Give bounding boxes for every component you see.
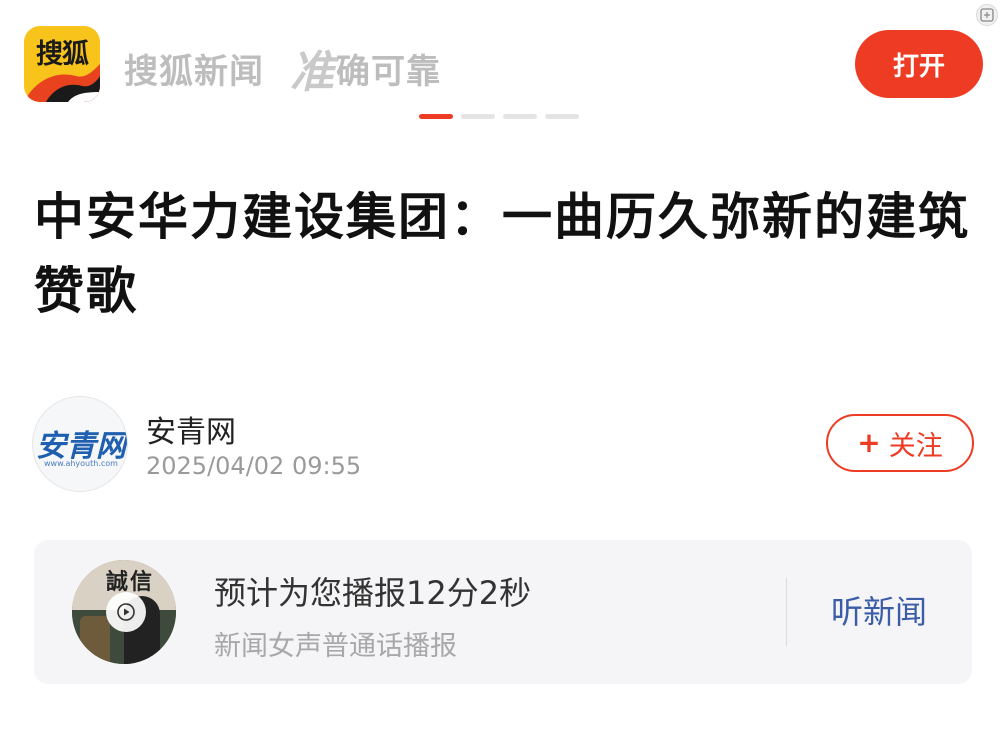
divider — [786, 578, 787, 646]
avatar-logo-url: www.ahyouth.com — [44, 459, 118, 468]
follow-label: 关注 — [888, 430, 943, 462]
fox-tail-icon — [24, 64, 100, 102]
open-app-button[interactable]: 打开 — [855, 30, 983, 98]
plus-icon: + — [857, 426, 881, 459]
audio-broadcast-card[interactable]: 誠信 预计为您播报12分2秒 新闻女声普通话播报 听新闻 — [34, 540, 972, 684]
carousel-dot — [545, 114, 579, 119]
author-avatar[interactable]: 安青网 www.ahyouth.com — [32, 396, 128, 492]
sohu-app-logo: 搜狐 — [24, 26, 100, 102]
cover-calligraphy-text: 誠信 — [106, 569, 155, 595]
carousel-dot — [461, 114, 495, 119]
app-slogan: 搜狐新闻 — [124, 52, 264, 92]
follow-button[interactable]: + 关注 — [826, 414, 974, 472]
app-slogan-calligraphy: 准 — [290, 47, 334, 98]
audio-voice-text: 新闻女声普通话播报 — [214, 631, 457, 662]
listen-news-button[interactable]: 听新闻 — [814, 586, 944, 634]
article-title: 中安华力建设集团：一曲历久弥新的建筑赞歌 — [34, 188, 970, 320]
carousel-dot-active — [419, 114, 453, 119]
carousel-indicator — [419, 114, 579, 119]
corner-utility-icon[interactable] — [976, 4, 998, 26]
carousel-dot — [503, 114, 537, 119]
app-slogan-rest: 确可靠 — [336, 52, 441, 92]
publish-time: 2025/04/02 09:55 — [146, 452, 362, 480]
audio-duration-text: 预计为您播报12分2秒 — [214, 574, 532, 612]
play-icon[interactable] — [106, 592, 146, 632]
author-name[interactable]: 安青网 — [146, 407, 236, 451]
